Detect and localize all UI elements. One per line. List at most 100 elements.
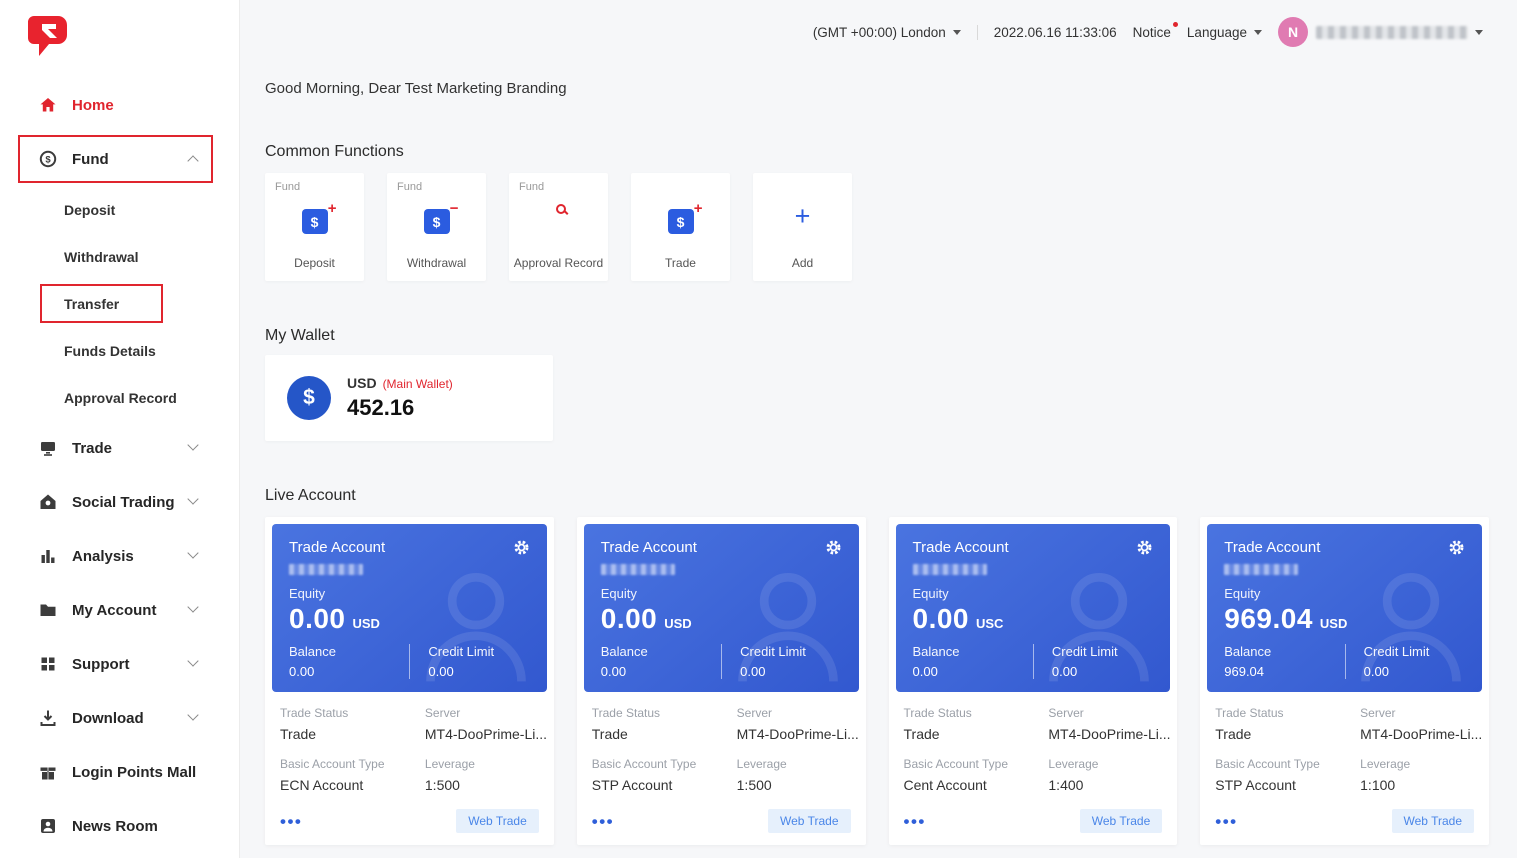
- equity-value: 0.00: [913, 603, 970, 635]
- server-value: MT4-DooPrime-Li...: [737, 726, 851, 742]
- sidebar-item-login-points-mall[interactable]: Login Points Mall: [0, 745, 239, 799]
- sidebar-item-home[interactable]: Home: [0, 78, 239, 132]
- sidebar-item-approval-record[interactable]: Approval Record: [0, 374, 239, 421]
- more-actions-button[interactable]: •••: [592, 813, 614, 830]
- wallet-tag: (Main Wallet): [383, 377, 453, 391]
- topbar: (GMT +00:00) London 2022.06.16 11:33:06 …: [265, 0, 1489, 64]
- trade-account-card: Trade Account Equity 0.00 USC Balance 0.…: [889, 517, 1178, 845]
- web-trade-button[interactable]: Web Trade: [1392, 809, 1474, 833]
- deposit-icon: $ +: [302, 209, 328, 234]
- equity-value: 0.00: [289, 603, 346, 635]
- account-card-body: Trade StatusTrade ServerMT4-DooPrime-Li.…: [272, 692, 547, 845]
- leverage-value: 1:500: [425, 777, 539, 793]
- credit-limit-value: 0.00: [740, 664, 841, 679]
- sidebar-item-trade[interactable]: Trade: [0, 421, 239, 475]
- trade-status-value: Trade: [280, 726, 425, 742]
- equity-currency: USD: [1320, 616, 1347, 631]
- language-selector[interactable]: Language: [1187, 25, 1262, 40]
- chevron-down-icon: [187, 601, 198, 612]
- notice-button[interactable]: Notice: [1133, 25, 1171, 40]
- sidebar-item-funds-details[interactable]: Funds Details: [0, 327, 239, 374]
- divider: [977, 25, 978, 40]
- equity-currency: USD: [664, 616, 691, 631]
- gear-icon[interactable]: [1136, 539, 1153, 556]
- sidebar-item-news-room[interactable]: News Room: [0, 799, 239, 853]
- avatar[interactable]: N: [1278, 17, 1308, 47]
- shortcut-add[interactable]: + Add: [753, 173, 852, 281]
- trade-account-card: Trade Account Equity 0.00 USD Balance 0.…: [577, 517, 866, 845]
- chevron-up-icon: [187, 155, 198, 166]
- account-type-value: STP Account: [592, 777, 737, 793]
- sidebar-item-my-account[interactable]: My Account: [0, 583, 239, 637]
- minus-badge-icon: −: [450, 201, 459, 216]
- more-actions-button[interactable]: •••: [1215, 813, 1237, 830]
- sidebar-item-label: Home: [72, 97, 114, 114]
- common-functions-row: Fund $ + Deposit Fund $ − Withdrawal Fun…: [265, 173, 1489, 281]
- account-type-value: ECN Account: [280, 777, 425, 793]
- shortcut-approval-record[interactable]: Fund Approval Record: [509, 173, 608, 281]
- chevron-down-icon: [187, 439, 198, 450]
- plus-badge-icon: +: [694, 201, 703, 216]
- trade-account-card: Trade Account Equity 0.00 USD Balance 0.…: [265, 517, 554, 845]
- wallet-icon: $: [287, 376, 331, 420]
- credit-limit-value: 0.00: [1052, 664, 1153, 679]
- account-card-body: Trade StatusTrade ServerMT4-DooPrime-Li.…: [896, 692, 1171, 845]
- chevron-down-icon: [187, 547, 198, 558]
- shortcut-trade[interactable]: $ + Trade: [631, 173, 730, 281]
- gear-icon[interactable]: [825, 539, 842, 556]
- sidebar-item-support[interactable]: Support: [0, 637, 239, 691]
- more-actions-button[interactable]: •••: [904, 813, 926, 830]
- account-id-masked: [601, 564, 675, 575]
- chevron-down-icon: [187, 709, 198, 720]
- sidebar-item-label: Fund: [72, 151, 109, 168]
- account-card-header: Trade Account Equity 0.00 USD Balance 0.…: [272, 524, 547, 692]
- wallet-currency: USD: [347, 375, 377, 391]
- section-title-my-wallet: My Wallet: [265, 327, 1489, 345]
- equity-currency: USD: [353, 616, 380, 631]
- gear-icon[interactable]: [1448, 539, 1465, 556]
- shortcut-deposit[interactable]: Fund $ + Deposit: [265, 173, 364, 281]
- balance-value: 0.00: [289, 664, 409, 679]
- datetime-display: 2022.06.16 11:33:06: [994, 25, 1117, 40]
- more-actions-button[interactable]: •••: [280, 813, 302, 830]
- sidebar-item-social-trading[interactable]: Social Trading: [0, 475, 239, 529]
- shortcut-withdrawal[interactable]: Fund $ − Withdrawal: [387, 173, 486, 281]
- account-id-masked: [1224, 564, 1298, 575]
- sidebar-item-analysis[interactable]: Analysis: [0, 529, 239, 583]
- username-masked: [1316, 26, 1468, 39]
- web-trade-button[interactable]: Web Trade: [456, 809, 538, 833]
- chevron-down-icon: [187, 655, 198, 666]
- app-logo[interactable]: [28, 14, 72, 60]
- news-icon: [38, 817, 57, 836]
- account-type-value: Cent Account: [904, 777, 1049, 793]
- sidebar-item-withdrawal[interactable]: Withdrawal: [0, 233, 239, 280]
- trade-status-value: Trade: [592, 726, 737, 742]
- equity-value: 0.00: [601, 603, 658, 635]
- server-value: MT4-DooPrime-Li...: [425, 726, 539, 742]
- gear-icon[interactable]: [513, 539, 530, 556]
- fund-icon: $: [38, 150, 57, 169]
- svg-text:$: $: [45, 155, 51, 166]
- sidebar-item-transfer[interactable]: Transfer: [0, 280, 239, 327]
- account-card-header: Trade Account Equity 0.00 USC Balance 0.…: [896, 524, 1171, 692]
- equity-currency: USC: [976, 616, 1003, 631]
- magnifier-icon: [556, 204, 566, 214]
- leverage-value: 1:100: [1360, 777, 1474, 793]
- chevron-down-icon: [1254, 30, 1262, 35]
- web-trade-button[interactable]: Web Trade: [768, 809, 850, 833]
- balance-value: 0.00: [913, 664, 1033, 679]
- sidebar-item-download[interactable]: Download: [0, 691, 239, 745]
- user-menu[interactable]: N: [1278, 17, 1483, 47]
- sidebar-item-deposit[interactable]: Deposit: [0, 186, 239, 233]
- social-trading-icon: [38, 493, 57, 512]
- section-title-common-functions: Common Functions: [265, 143, 1489, 161]
- chevron-down-icon: [187, 493, 198, 504]
- sidebar-item-fund[interactable]: $ Fund: [0, 132, 239, 186]
- trade-shortcut-icon: $ +: [668, 209, 694, 234]
- timezone-selector[interactable]: (GMT +00:00) London: [813, 25, 961, 40]
- wallet-card: $ USD (Main Wallet) 452.16: [265, 355, 553, 441]
- web-trade-button[interactable]: Web Trade: [1080, 809, 1162, 833]
- gift-icon: [38, 763, 57, 782]
- analysis-icon: [38, 547, 57, 566]
- account-card-body: Trade StatusTrade ServerMT4-DooPrime-Li.…: [584, 692, 859, 845]
